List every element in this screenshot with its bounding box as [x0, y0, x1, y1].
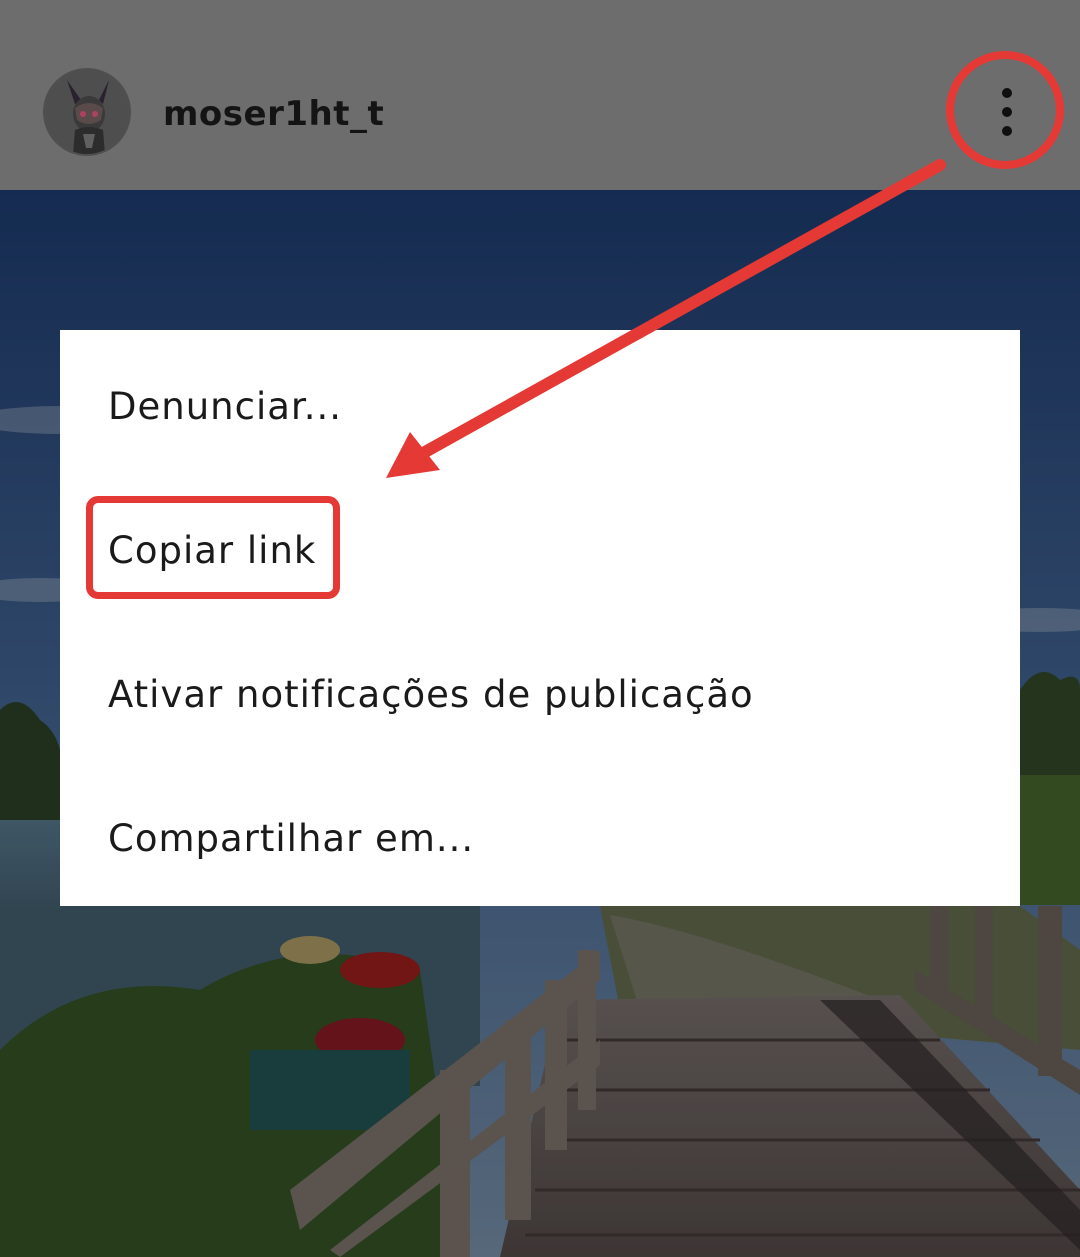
- username[interactable]: moser1ht_t: [163, 94, 384, 134]
- menu-item-share-to[interactable]: Compartilhar em...: [60, 766, 1020, 910]
- options-menu: Denunciar... Copiar link Ativar notifica…: [60, 330, 1020, 906]
- avatar-image: [45, 70, 129, 154]
- more-vertical-icon-dot: [1002, 126, 1012, 136]
- more-vertical-icon-dot: [1002, 107, 1012, 117]
- menu-item-report[interactable]: Denunciar...: [60, 334, 1020, 478]
- more-vertical-icon: [1002, 88, 1012, 98]
- menu-item-enable-post-notifications[interactable]: Ativar notificações de publicação: [60, 622, 1020, 766]
- menu-item-copy-link[interactable]: Copiar link: [60, 478, 1020, 622]
- post-header: moser1ht_t: [0, 0, 1080, 190]
- avatar[interactable]: [43, 68, 131, 156]
- more-options-button[interactable]: [975, 80, 1039, 144]
